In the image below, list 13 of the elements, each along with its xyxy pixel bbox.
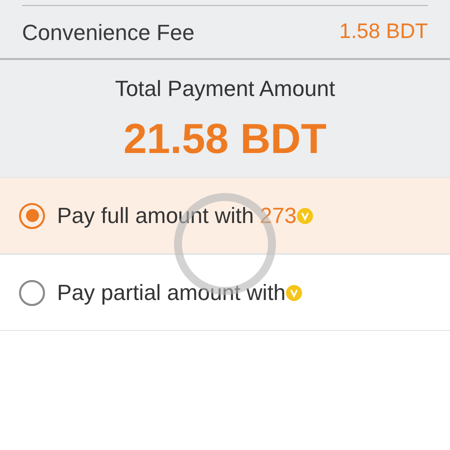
total-label: Total Payment Amount [114, 75, 336, 103]
option-label: Pay partial amount with [57, 279, 286, 307]
payment-option[interactable]: Pay partial amount with [0, 254, 450, 331]
fee-value: 1.58 BDT [339, 19, 428, 46]
coin-icon [286, 284, 302, 300]
option-label: Pay full amount with [57, 202, 254, 230]
payment-option[interactable]: Pay full amount with 273 [0, 177, 450, 254]
radio-button[interactable] [19, 202, 45, 228]
total-amount: 21.58 BDT [123, 114, 327, 164]
fee-label: Convenience Fee [22, 18, 194, 46]
coin-amount: 273 [260, 202, 297, 230]
radio-button[interactable] [19, 280, 45, 306]
coin-icon [296, 208, 313, 224]
